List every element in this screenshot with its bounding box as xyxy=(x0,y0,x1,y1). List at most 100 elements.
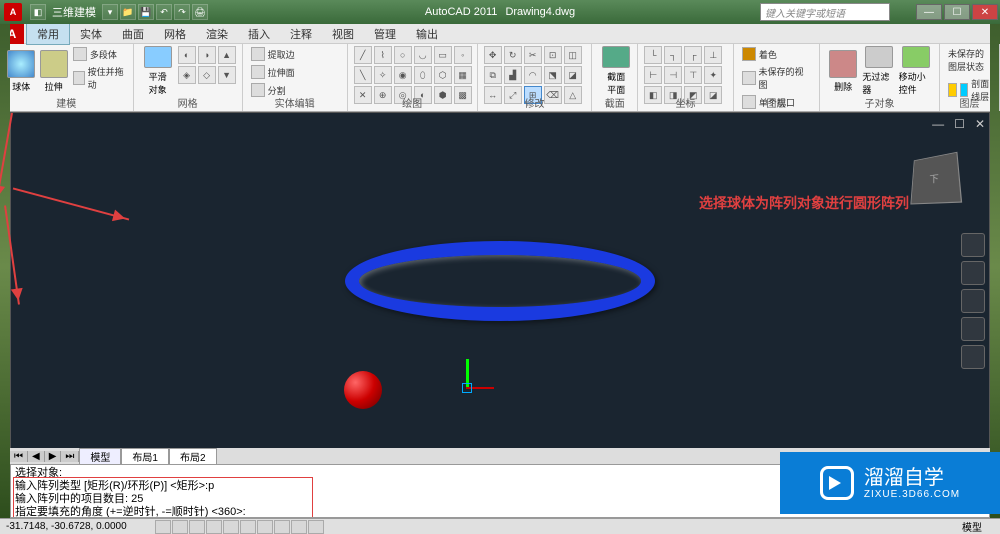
zoom-icon[interactable] xyxy=(961,289,985,313)
nav-wheel-icon[interactable] xyxy=(961,233,985,257)
sphere-object[interactable] xyxy=(344,371,382,409)
tab-output[interactable]: 输出 xyxy=(406,24,448,44)
lwt-toggle[interactable] xyxy=(291,520,307,534)
viewcube[interactable] xyxy=(910,152,962,205)
ucs-icon[interactable]: ⊢ xyxy=(644,66,662,84)
mesh-tool-icon[interactable]: ◈ xyxy=(178,66,196,84)
tool-icon[interactable]: ⬡ xyxy=(434,66,452,84)
layerstate-dropdown[interactable]: 未保存的图层状态 xyxy=(946,46,993,74)
smooth-button[interactable]: 平滑 对象 xyxy=(140,46,176,96)
space-label[interactable]: 模型 xyxy=(962,519,982,534)
ucs-icon[interactable]: ┐ xyxy=(664,46,682,64)
extrude-button[interactable]: 拉伸 xyxy=(38,46,68,96)
tool-icon[interactable]: ✧ xyxy=(374,66,392,84)
ucs-icon[interactable]: ⊤ xyxy=(684,66,702,84)
ucs-icon[interactable]: ⊣ xyxy=(664,66,682,84)
rect-icon[interactable]: ▭ xyxy=(434,46,452,64)
layout1-tab[interactable]: 布局1 xyxy=(121,448,169,465)
3dalign-icon[interactable]: ◫ xyxy=(564,46,582,64)
qat-workspace[interactable]: ◧ xyxy=(30,4,46,20)
app-icon[interactable]: A xyxy=(4,3,22,21)
tab-solid[interactable]: 实体 xyxy=(70,24,112,44)
otrack-toggle[interactable] xyxy=(240,520,256,534)
tab-render[interactable]: 渲染 xyxy=(196,24,238,44)
tab-view[interactable]: 视图 xyxy=(322,24,364,44)
close-button[interactable]: ✕ xyxy=(972,4,998,20)
tab-insert[interactable]: 插入 xyxy=(238,24,280,44)
tab-first-icon[interactable]: ⏮ xyxy=(10,451,28,462)
ortho-toggle[interactable] xyxy=(189,520,205,534)
vp-restore-icon[interactable]: ☐ xyxy=(954,117,965,131)
stretch-face-button[interactable]: 拉伸面 xyxy=(249,64,297,80)
tab-manage[interactable]: 管理 xyxy=(364,24,406,44)
arc-icon[interactable]: ◡ xyxy=(414,46,432,64)
qat-redo[interactable]: ↷ xyxy=(174,4,190,20)
section-plane-button[interactable]: 截面 平面 xyxy=(598,46,634,96)
dyn-toggle[interactable] xyxy=(274,520,290,534)
polyline-icon[interactable]: ⌇ xyxy=(374,46,392,64)
tool-icon[interactable]: ◦ xyxy=(454,46,472,64)
nofilter-button[interactable]: 无过滤器 xyxy=(862,46,896,96)
help-search[interactable]: 键入关键字或短语 xyxy=(760,3,890,21)
snap-toggle[interactable] xyxy=(155,520,171,534)
fillet-icon[interactable]: ◠ xyxy=(524,66,542,84)
vp-close-icon[interactable]: ✕ xyxy=(975,117,985,131)
tab-annotate[interactable]: 注释 xyxy=(280,24,322,44)
orbit-icon[interactable] xyxy=(961,317,985,341)
visual-style-dropdown[interactable]: 着色 xyxy=(740,46,813,62)
rotate-icon[interactable]: ↻ xyxy=(504,46,522,64)
polysolid-button[interactable]: 多段体 xyxy=(71,46,127,62)
move-icon[interactable]: ✥ xyxy=(484,46,502,64)
ucs-icon[interactable]: ⊥ xyxy=(704,46,722,64)
ducs-toggle[interactable] xyxy=(257,520,273,534)
view-dropdown[interactable]: 未保存的视图 xyxy=(740,64,813,92)
grid-toggle[interactable] xyxy=(172,520,188,534)
pan-icon[interactable] xyxy=(961,261,985,285)
ucs-icon[interactable]: └ xyxy=(644,46,662,64)
layout2-tab[interactable]: 布局2 xyxy=(169,448,217,465)
tool-icon[interactable]: ◉ xyxy=(394,66,412,84)
ellipse-icon[interactable]: ⬯ xyxy=(414,66,432,84)
showmotion-icon[interactable] xyxy=(961,345,985,369)
qat-print[interactable]: 🖨 xyxy=(192,4,208,20)
copy-icon[interactable]: ⧉ xyxy=(484,66,502,84)
model-tab[interactable]: 模型 xyxy=(79,448,121,465)
delete-button[interactable]: 删除 xyxy=(826,46,860,96)
vp-minimize-icon[interactable]: — xyxy=(932,117,944,131)
line-icon[interactable]: ╱ xyxy=(354,46,372,64)
tab-home[interactable]: 常用 xyxy=(26,23,70,45)
polar-toggle[interactable] xyxy=(206,520,222,534)
trim-icon[interactable]: ✂ xyxy=(524,46,542,64)
gizmo-button[interactable]: 移动小控件 xyxy=(899,46,933,96)
qat-open[interactable]: 📁 xyxy=(120,4,136,20)
tab-last-icon[interactable]: ⏭ xyxy=(61,451,79,462)
ucs-icon[interactable]: ┌ xyxy=(684,46,702,64)
maximize-button[interactable]: ☐ xyxy=(944,4,970,20)
tool-icon[interactable]: ╲ xyxy=(354,66,372,84)
ucs-icon[interactable]: ✦ xyxy=(704,66,722,84)
mesh-tool-icon[interactable]: ◐ xyxy=(178,46,196,64)
drawing-viewport[interactable]: — ☐ ✕ 选择球体为阵列对象进行圆形阵列 xyxy=(10,112,990,450)
tab-surface[interactable]: 曲面 xyxy=(112,24,154,44)
presspull-button[interactable]: 按住并拖动 xyxy=(71,64,127,92)
qat-undo[interactable]: ↶ xyxy=(156,4,172,20)
qat-save[interactable]: 💾 xyxy=(138,4,154,20)
qat-new[interactable]: ▾ xyxy=(102,4,118,20)
torus-object[interactable] xyxy=(345,241,655,321)
sphere-button[interactable]: 球体 xyxy=(6,46,36,96)
circle-icon[interactable]: ○ xyxy=(394,46,412,64)
tab-prev-icon[interactable]: ◀ xyxy=(28,451,45,462)
tool-icon[interactable]: ▦ xyxy=(454,66,472,84)
minimize-button[interactable]: — xyxy=(916,4,942,20)
mesh-tool-icon[interactable]: ▲ xyxy=(218,46,236,64)
mesh-tool-icon[interactable]: ▼ xyxy=(218,66,236,84)
extract-edge-button[interactable]: 提取边 xyxy=(249,46,297,62)
osnap-toggle[interactable] xyxy=(223,520,239,534)
tab-next-icon[interactable]: ▶ xyxy=(45,451,62,462)
tool-icon[interactable]: ⊡ xyxy=(544,46,562,64)
tool-icon[interactable]: ⬔ xyxy=(544,66,562,84)
mesh-tool-icon[interactable]: ◑ xyxy=(198,46,216,64)
mesh-tool-icon[interactable]: ◇ xyxy=(198,66,216,84)
mirror-icon[interactable]: ▟ xyxy=(504,66,522,84)
tool-icon[interactable]: ◪ xyxy=(564,66,582,84)
